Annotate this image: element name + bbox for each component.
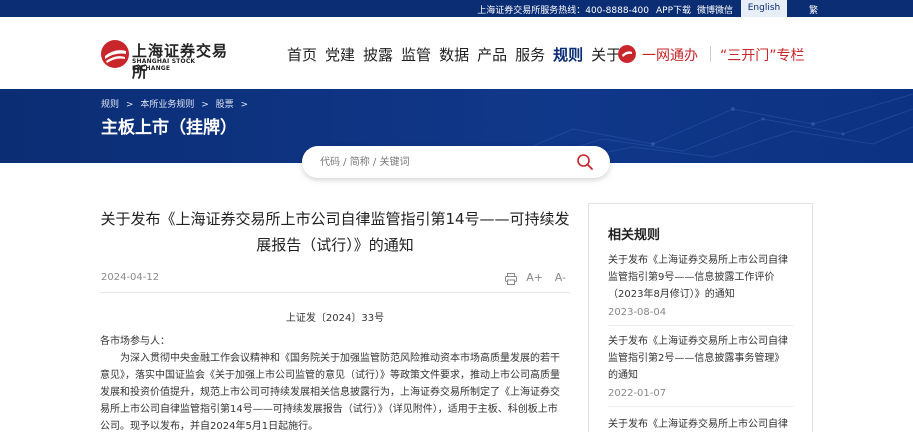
nav-about[interactable]: 关于 — [591, 44, 621, 65]
article-date: 2024-04-12 — [101, 272, 160, 283]
app-download-link[interactable]: APP下载 — [656, 3, 691, 16]
sidebar-divider — [608, 325, 794, 326]
nav-party[interactable]: 党建 — [325, 44, 355, 65]
service-hotline: 上海证券交易所服务热线：400-8888-400 — [477, 6, 649, 16]
document-number: 上证发〔2024〕33号 — [285, 313, 385, 324]
search-input[interactable] — [320, 154, 560, 170]
article-paragraph: 为深入贯彻中央金融工作会议精神和《国务院关于加强监管防范风险推动资本市场高质量发… — [100, 353, 560, 432]
one-stop-service-link[interactable]: 一网通办 — [642, 45, 698, 65]
nav-rules[interactable]: 规则 — [553, 44, 583, 65]
breadcrumb-separator: > — [240, 100, 249, 110]
main-nav: 首页 党建 披露 监管 数据 产品 服务 规则 关于 — [287, 44, 629, 65]
related-rule-title[interactable]: 关于发布《上海证券交易所上市公司自律监管指引第9号——信息披露工作评价（2023… — [608, 252, 794, 303]
breadcrumb-stocks[interactable]: 股票 — [216, 100, 234, 110]
sse-logo-mark-icon — [101, 40, 129, 68]
search-box — [302, 146, 610, 178]
logo-english-name: SHANGHAI STOCK EXCHANGE — [132, 58, 196, 72]
breadcrumb-separator: > — [201, 100, 209, 110]
three-open-doors-link[interactable]: “三开门”专栏 — [720, 45, 805, 65]
related-rules-sidebar: 相关规则 关于发布《上海证券交易所上市公司自律监管指引第9号——信息披露工作评价… — [588, 203, 813, 432]
related-rule-item[interactable]: 关于发布《上海证券交易所上市公司自律监管指引第2号——信息披露事务管理》的通知 … — [608, 333, 794, 399]
header-divider — [710, 46, 711, 62]
related-rule-item[interactable]: 关于发布《上海证券交易所上市公司自律 — [608, 416, 794, 432]
salutation: 各市场参与人： — [100, 336, 170, 347]
meta-divider — [100, 292, 570, 293]
font-decrease-button[interactable]: A- — [555, 271, 566, 284]
nav-data[interactable]: 数据 — [439, 44, 469, 65]
site-header: 上海证券交易所 SHANGHAI STOCK EXCHANGE 首页 党建 披露… — [0, 17, 913, 89]
nav-products[interactable]: 产品 — [477, 44, 507, 65]
top-utility-bar: 上海证券交易所服务热线：400-8888-400 APP下载 微博微信 Engl… — [0, 0, 913, 17]
weibo-wechat-link[interactable]: 微博微信 — [697, 3, 733, 16]
nav-supervision[interactable]: 监管 — [401, 44, 431, 65]
related-rule-title[interactable]: 关于发布《上海证券交易所上市公司自律监管指引第2号——信息披露事务管理》的通知 — [608, 333, 794, 384]
one-stop-service-icon — [618, 45, 636, 63]
related-rule-date: 2023-08-04 — [608, 307, 667, 318]
article-title: 关于发布《上海证券交易所上市公司自律监管指引第14号——可持续发展报告（试行）》… — [100, 210, 570, 254]
related-rule-title[interactable]: 关于发布《上海证券交易所上市公司自律 — [608, 416, 794, 432]
breadcrumb-rules[interactable]: 规则 — [101, 100, 119, 110]
nav-disclosure[interactable]: 披露 — [363, 44, 393, 65]
english-language-button[interactable]: English — [741, 0, 787, 17]
breadcrumb: 规则 > 本所业务规则 > 股票 > — [101, 97, 252, 110]
search-icon[interactable] — [576, 153, 594, 171]
nav-services[interactable]: 服务 — [515, 44, 545, 65]
nav-home[interactable]: 首页 — [287, 44, 317, 65]
sse-logo[interactable]: 上海证券交易所 SHANGHAI STOCK EXCHANGE — [100, 39, 234, 81]
page-title: 主板上市（挂牌） — [101, 118, 237, 138]
breadcrumb-business-rules[interactable]: 本所业务规则 — [140, 100, 194, 110]
article-meta: 2024-04-12 A+ A- — [100, 271, 570, 286]
sidebar-divider — [608, 406, 794, 407]
breadcrumb-separator: > — [125, 100, 134, 110]
print-icon[interactable] — [504, 272, 518, 286]
sidebar-title: 相关规则 — [608, 228, 661, 243]
related-rule-item[interactable]: 关于发布《上海证券交易所上市公司自律监管指引第9号——信息披露工作评价（2023… — [608, 252, 794, 318]
traditional-chinese-button[interactable]: 繁 — [809, 3, 818, 16]
related-rule-date: 2022-01-07 — [608, 388, 667, 399]
font-increase-button[interactable]: A+ — [526, 271, 543, 284]
